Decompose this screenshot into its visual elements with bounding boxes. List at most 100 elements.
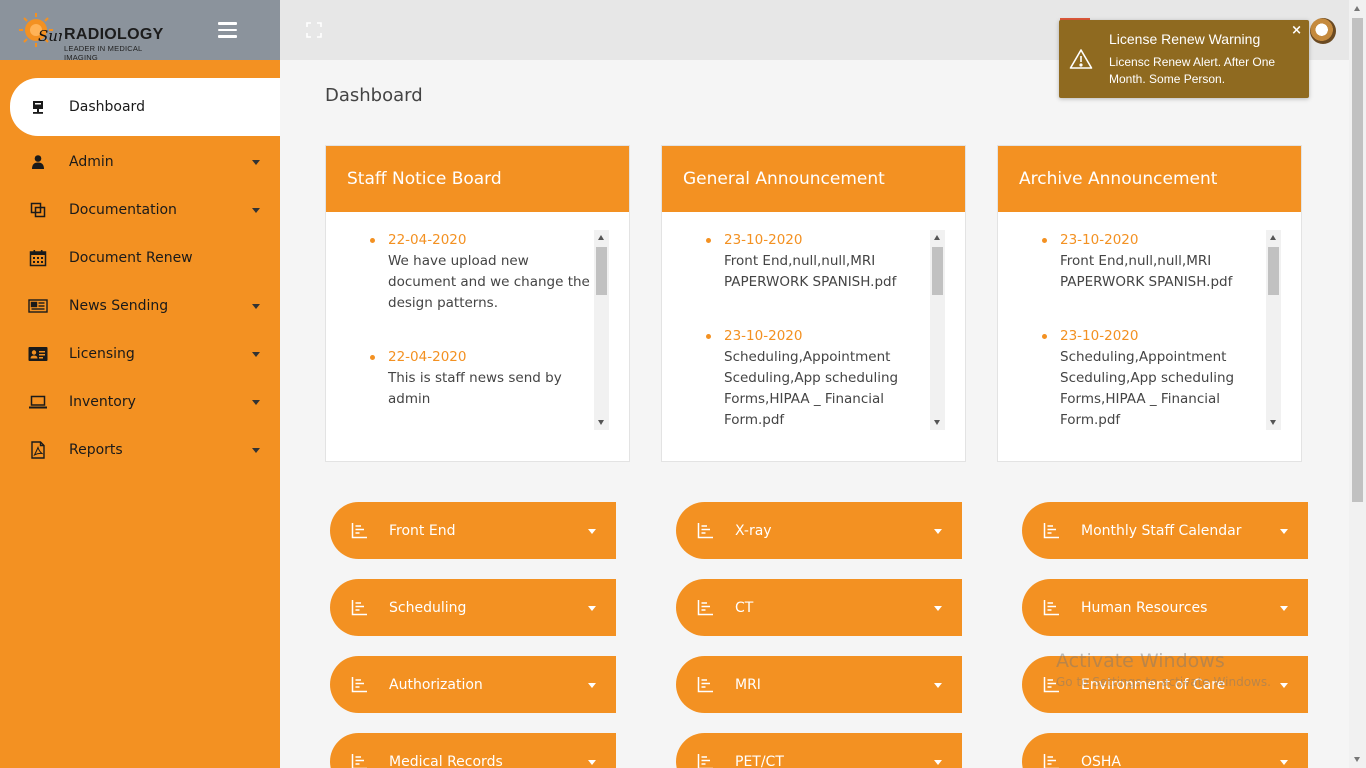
sidebar-item-inventory[interactable]: Inventory [0,378,280,426]
chevron-down-icon [934,529,942,534]
chevron-down-icon [934,760,942,765]
category-button[interactable]: Human Resources [1022,579,1308,636]
chevron-down-icon [252,448,260,453]
page-title: Dashboard [325,85,423,106]
category-button[interactable]: PET/CT [676,733,962,768]
sidebar-item-dashboard[interactable]: Dashboard [10,78,280,136]
sidebar-item-documentation[interactable]: Documentation [0,186,280,234]
sidebar-item-label: Document Renew [69,250,193,266]
bar-list-icon [1043,599,1060,616]
sidebar-nav: Dashboard Admin Documentation Document R… [0,78,280,474]
warning-icon [1069,48,1093,70]
bar-list-icon [697,599,714,616]
fullscreen-icon[interactable] [306,22,322,38]
card-body: 23-10-2020 Front End,null,null,MRI PAPERW… [1018,230,1281,430]
chevron-down-icon [252,160,260,165]
bar-list-icon [1043,522,1060,539]
bar-list-icon [697,753,714,768]
sidebar-item-licensing[interactable]: Licensing [0,330,280,378]
chevron-down-icon [934,683,942,688]
chevron-down-icon [252,400,260,405]
pdf-file-icon [28,440,48,460]
card-scrollbar[interactable] [1266,230,1281,430]
chevron-down-icon [588,683,596,688]
category-button[interactable]: OSHA [1022,733,1308,768]
scroll-down-icon[interactable] [598,420,604,425]
item-date: 22-04-2020 [388,349,467,365]
card-title: Staff Notice Board [326,146,629,212]
item-date: 23-10-2020 [1060,328,1139,344]
sidebar-item-label: Licensing [69,346,135,362]
scroll-up-icon[interactable] [598,235,604,240]
bar-list-icon [351,522,368,539]
sidebar: Sun RADIOLOGY LEADER IN MEDICAL IMAGING … [0,0,280,768]
category-button[interactable]: X-ray [676,502,962,559]
sidebar-item-label: Reports [69,442,123,458]
sidebar-item-reports[interactable]: Reports [0,426,280,474]
scroll-down-icon[interactable] [1270,420,1276,425]
chevron-down-icon [934,606,942,611]
bar-list-icon [697,676,714,693]
category-label: MRI [735,676,761,693]
menu-toggle-icon[interactable] [218,22,238,38]
category-button[interactable]: Monthly Staff Calendar [1022,502,1308,559]
list-item[interactable]: 23-10-2020 Front End,null,null,MRI PAPERW… [1018,230,1262,293]
list-item[interactable]: 23-10-2020 Front End,null,null,MRI PAPERW… [682,230,926,293]
id-card-icon [28,344,48,364]
category-label: X-ray [735,522,772,539]
scroll-up-icon[interactable] [934,235,940,240]
page-scrollbar[interactable] [1349,0,1366,768]
archive-announcement-card: Archive Announcement 23-10-2020 Front End… [997,145,1302,462]
license-warning-toast: License Renew Warning Licensc Renew Aler… [1059,20,1309,98]
chevron-down-icon [1280,606,1288,611]
scroll-thumb[interactable] [596,247,607,295]
toast-message: Licensc Renew Alert. After One Month. So… [1109,55,1276,86]
category-label: Front End [389,522,456,539]
category-label: Human Resources [1081,599,1208,616]
sun-logo-icon: Sun [19,13,62,47]
list-item: 22-04-2020 This is staff news send by adm… [346,347,590,410]
avatar[interactable] [1310,18,1336,44]
category-button[interactable]: Authorization [330,656,616,713]
announcement-list: 23-10-2020 Front End,null,null,MRI PAPERW… [682,230,926,430]
chevron-down-icon [252,208,260,213]
sidebar-item-admin[interactable]: Admin [0,138,280,186]
scroll-up-icon[interactable] [1354,6,1360,11]
bar-list-icon [351,599,368,616]
category-button[interactable]: Environment of Care [1022,656,1308,713]
brand-logo[interactable]: Sun RADIOLOGY LEADER IN MEDICAL IMAGING [18,10,168,62]
list-item[interactable]: 23-10-2020 Scheduling,Appointment Sceduli… [682,326,926,430]
scroll-down-icon[interactable] [934,420,940,425]
sidebar-item-document-renew[interactable]: Document Renew [0,234,280,282]
logo-tagline: LEADER IN MEDICAL IMAGING [64,44,143,62]
category-button[interactable]: CT [676,579,962,636]
category-button[interactable]: Front End [330,502,616,559]
sidebar-item-label: Inventory [69,394,136,410]
scroll-thumb[interactable] [932,247,943,295]
sidebar-item-label: Dashboard [69,99,145,115]
chevron-down-icon [1280,529,1288,534]
card-scrollbar[interactable] [594,230,609,430]
copy-icon [28,200,48,220]
category-button[interactable]: Medical Records [330,733,616,768]
card-title: General Announcement [662,146,965,212]
scroll-thumb[interactable] [1268,247,1279,295]
sidebar-item-label: News Sending [69,298,169,314]
list-item: 22-04-2020 We have upload new document an… [346,230,590,314]
logo-wordmark: RADIOLOGY [64,26,164,43]
category-label: PET/CT [735,753,784,768]
category-button[interactable]: MRI [676,656,962,713]
laptop-icon [28,392,48,412]
scroll-thumb[interactable] [1352,18,1363,502]
scroll-down-icon[interactable] [1354,757,1360,762]
category-button[interactable]: Scheduling [330,579,616,636]
close-icon[interactable]: × [1291,23,1302,38]
sidebar-item-news-sending[interactable]: News Sending [0,282,280,330]
card-scrollbar[interactable] [930,230,945,430]
item-text: Front End,null,null,MRI PAPERWORK SPANIS… [1060,253,1233,290]
sidebar-header: Sun RADIOLOGY LEADER IN MEDICAL IMAGING [0,0,280,62]
category-label: Monthly Staff Calendar [1081,522,1242,539]
item-date: 23-10-2020 [1060,232,1139,248]
list-item[interactable]: 23-10-2020 Scheduling,Appointment Sceduli… [1018,326,1262,430]
scroll-up-icon[interactable] [1270,235,1276,240]
